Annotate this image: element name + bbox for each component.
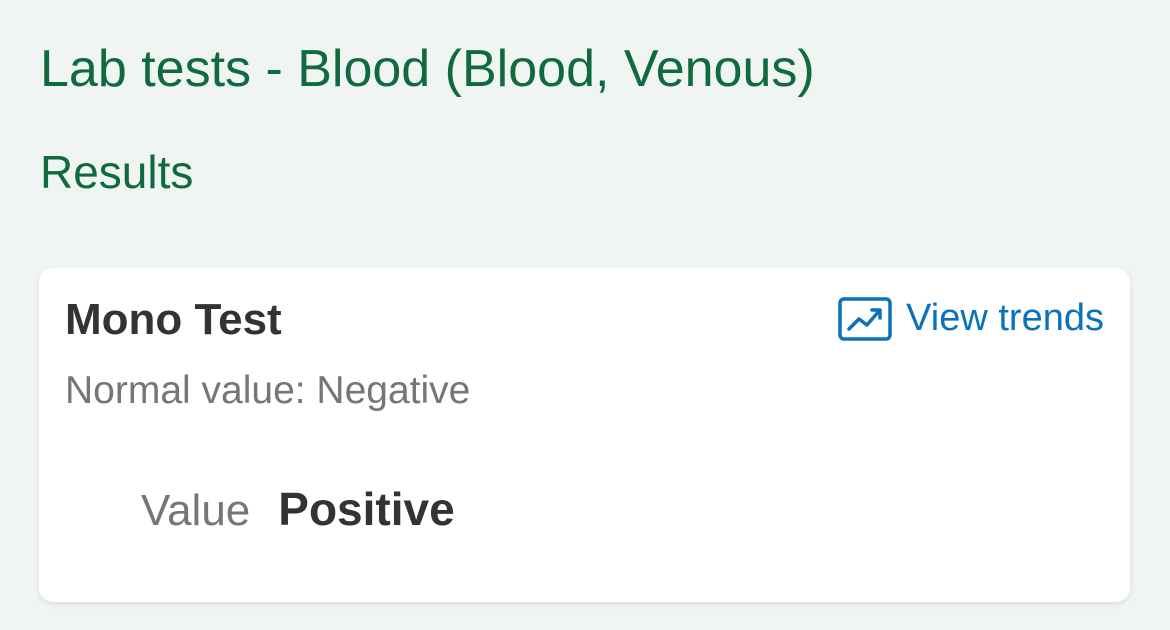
result-card: Mono Test View trends Normal value: Nega… xyxy=(39,268,1130,602)
trend-chart-icon xyxy=(838,297,892,341)
test-name: Mono Test xyxy=(65,295,282,344)
view-trends-label: View trends xyxy=(906,297,1104,339)
value-label: Value xyxy=(141,486,251,535)
result-value: Positive xyxy=(278,483,455,535)
view-trends-link[interactable]: View trends xyxy=(838,296,1104,342)
section-title-results: Results xyxy=(40,146,194,198)
normal-value-text: Normal value: Negative xyxy=(65,369,471,412)
result-value-row: Value Positive xyxy=(141,482,455,538)
page-title: Lab tests - Blood (Blood, Venous) xyxy=(40,40,815,98)
